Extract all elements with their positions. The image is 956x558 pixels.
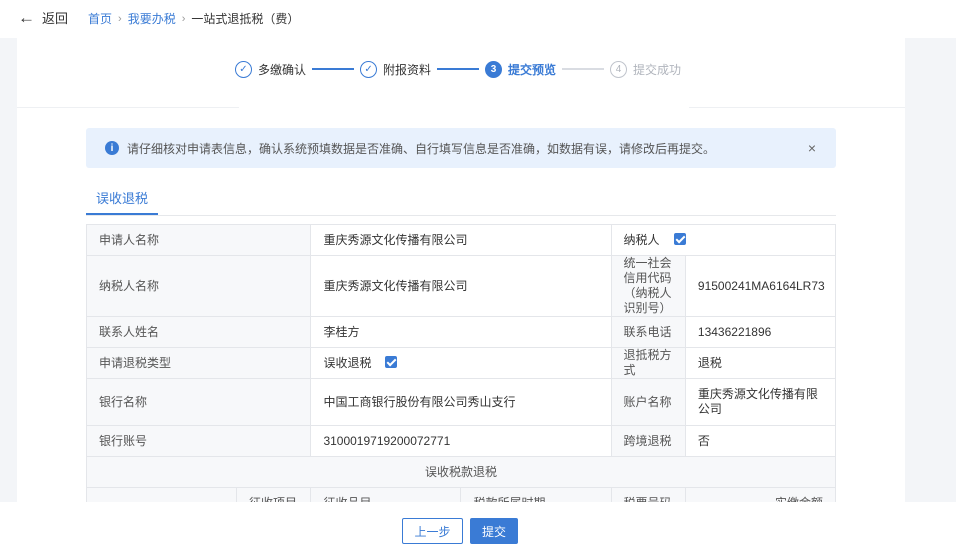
table-row: 银行账号 3100019719200072771 跨境退税 否: [85, 425, 837, 457]
field-label: 银行账号: [85, 425, 312, 457]
step-connector: [437, 68, 480, 70]
divider-gap: [239, 106, 689, 109]
submit-button[interactable]: 提交: [470, 518, 518, 544]
checkbox-checked-icon[interactable]: [385, 355, 398, 368]
field-value: 误收退税: [323, 355, 372, 370]
close-icon[interactable]: ×: [808, 140, 816, 156]
info-alert: i 请仔细核对申请表信息，确认系统预填数据是否准确、自行填写信息是否准确，如数据…: [86, 128, 836, 168]
field-value: 退税: [684, 347, 837, 379]
step-2: ✓ 附报资料: [360, 60, 432, 78]
field-label: 申请人名称: [85, 224, 312, 256]
field-label: 统一社会信用代码（纳税人识别号）: [610, 255, 686, 317]
breadcrumb-home[interactable]: 首页: [88, 10, 112, 27]
field-value: 中国工商银行股份有限公司秀山支行: [310, 378, 612, 426]
field-value: 重庆秀源文化传播有限公司: [684, 378, 837, 426]
step-3: 3 提交预览: [485, 60, 557, 78]
table-row: 联系人姓名 李桂方 联系电话 13436221896: [85, 316, 837, 348]
field-label: 纳税人名称: [85, 255, 312, 317]
check-circle-icon: ✓: [235, 60, 252, 78]
field-value: 重庆秀源文化传播有限公司: [310, 224, 612, 256]
previous-step-button[interactable]: 上一步: [402, 518, 463, 544]
breadcrumb-current: 一站式退抵税（费）: [191, 12, 300, 26]
field-label: 跨境退税: [610, 425, 686, 457]
tab-wrong-collection-refund[interactable]: 误收退税: [86, 186, 158, 215]
field-value: 否: [684, 425, 837, 457]
step-indicator: ✓ 多缴确认 ✓ 附报资料 3 提交预览 4 提交成功: [235, 58, 681, 80]
side-strip-left: [0, 38, 17, 502]
field-value: 13436221896: [684, 316, 837, 348]
table-row: 申请退税类型 误收退税 退抵税方式 退税: [85, 347, 837, 379]
step-label: 提交预览: [508, 62, 557, 77]
step-connector: [312, 68, 355, 70]
step-number-badge: 3: [485, 60, 503, 78]
application-table: 申请人名称 重庆秀源文化传播有限公司 纳税人 纳税人名称 重庆秀源文化传播有限公…: [85, 224, 837, 502]
tab-underline: [86, 215, 836, 216]
table-row: 银行名称 中国工商银行股份有限公司秀山支行 账户名称 重庆秀源文化传播有限公司: [85, 378, 837, 426]
step-1: ✓ 多缴确认: [235, 60, 307, 78]
column-header: 税票号码: [610, 487, 686, 502]
field-label: 退抵税方式: [610, 347, 686, 379]
side-strip-right: [905, 38, 956, 502]
table-row: 误收税款退税: [86, 456, 836, 488]
bottom-actions: 上一步 提交: [0, 518, 956, 546]
alert-message: 请仔细核对申请表信息，确认系统预填数据是否准确、自行填写信息是否准确，如数据有误…: [127, 141, 716, 156]
field-label: 申请退税类型: [85, 347, 312, 379]
arrow-left-icon: ←: [18, 7, 35, 27]
field-value: 3100019719200072771: [310, 425, 612, 457]
table-row: 申请人名称 重庆秀源文化传播有限公司 纳税人: [85, 224, 836, 256]
step-label: 多缴确认: [258, 62, 307, 77]
refund-type-cell: 误收退税: [310, 347, 612, 379]
step-label: 附报资料: [383, 62, 432, 77]
field-value: 91500241MA6164LR73: [684, 255, 837, 317]
section-title: 误收税款退税: [86, 456, 836, 488]
column-header: [85, 487, 238, 502]
column-header: 征收品目: [310, 487, 462, 502]
step-number-badge: 4: [610, 60, 628, 78]
info-icon: i: [105, 141, 119, 155]
field-label: 纳税人: [623, 232, 660, 247]
step-connector: [562, 68, 605, 70]
field-label: 账户名称: [610, 378, 686, 426]
chevron-right-icon: ›: [118, 12, 122, 25]
field-label: 联系电话: [610, 316, 686, 348]
breadcrumb-tax[interactable]: 我要办税: [128, 10, 176, 27]
column-header: 征收项目: [236, 487, 312, 502]
field-value: 重庆秀源文化传播有限公司: [310, 255, 612, 317]
back-label: 返回: [42, 11, 69, 26]
column-header: 实缴金额: [684, 487, 837, 502]
column-header: 税款所属时期: [460, 487, 612, 502]
main-card: ✓ 多缴确认 ✓ 附报资料 3 提交预览 4 提交成功 i 请仔细核对申请表信息…: [17, 38, 905, 502]
chevron-right-icon: ›: [181, 12, 186, 25]
field-label: 银行名称: [85, 378, 312, 426]
step-label: 提交成功: [633, 62, 682, 77]
checkbox-checked-icon[interactable]: [673, 232, 686, 245]
check-circle-icon: ✓: [360, 60, 378, 78]
field-value: 李桂方: [310, 316, 612, 348]
breadcrumb: 首页 › 我要办税 › 一站式退抵税（费）: [88, 10, 299, 27]
table-header-row: 征收项目 征收品目 税款所属时期 税票号码 实缴金额: [85, 487, 837, 502]
top-bar: ← 返回 首页 › 我要办税 › 一站式退抵税（费）: [0, 0, 956, 38]
table-row: 纳税人名称 重庆秀源文化传播有限公司 统一社会信用代码（纳税人识别号） 9150…: [85, 255, 837, 317]
back-button[interactable]: ← 返回: [18, 8, 68, 27]
step-4: 4 提交成功: [610, 60, 682, 78]
credit-code-label: 统一社会信用代码（纳税人识别号）: [623, 256, 672, 315]
field-label: 联系人姓名: [85, 316, 312, 348]
taxpayer-check-cell: 纳税人: [610, 224, 836, 256]
